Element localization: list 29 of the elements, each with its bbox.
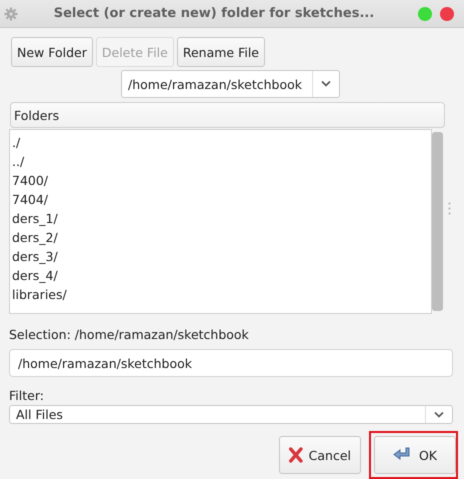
selection-label: Selection: /home/ramazan/sketchbook [9,326,250,344]
toolbar-button[interactable]: New Folder [11,37,93,67]
column-header[interactable]: Folders [10,102,445,128]
path-dropdown[interactable]: /home/ramazan/sketchbook [121,70,340,98]
ok-button[interactable]: OK [374,436,456,474]
filter-label: Filter: [9,388,45,403]
toolbar-button[interactable]: Rename File [176,37,265,67]
folder-item[interactable]: ../ [10,152,24,171]
folder-item[interactable]: ders_1/ [10,209,58,228]
scrollbar[interactable] [432,129,443,314]
folder-item[interactable]: ders_2/ [10,228,58,247]
resize-grip[interactable] [448,201,451,215]
selection-field[interactable]: /home/ramazan/sketchbook [9,349,453,377]
chevron-down-icon [320,80,332,88]
filter-dropdown[interactable]: All Files [9,405,453,424]
settings-icon[interactable] [4,6,18,20]
folder-item[interactable]: ders_4/ [10,266,58,285]
cross-icon [289,446,303,464]
chevron-down-icon [433,410,445,418]
cancel-button[interactable]: Cancel [279,436,361,474]
folder-item[interactable]: 7404/ [10,190,48,209]
maximize-button[interactable] [418,6,432,20]
folder-list[interactable]: ./ ../ 7400/ 7404/ ders_1/ ders_2/ ders_3/ ders_4/ libraries/ [9,129,432,314]
close-button[interactable] [440,6,454,20]
folder-item[interactable]: 7400/ [10,171,48,190]
folder-item[interactable]: ders_3/ [10,247,58,266]
folder-item[interactable]: libraries/ [10,285,67,304]
window-title: Select (or create new) folder for sketches... [52,6,376,21]
folder-item[interactable]: ./ [10,133,20,152]
